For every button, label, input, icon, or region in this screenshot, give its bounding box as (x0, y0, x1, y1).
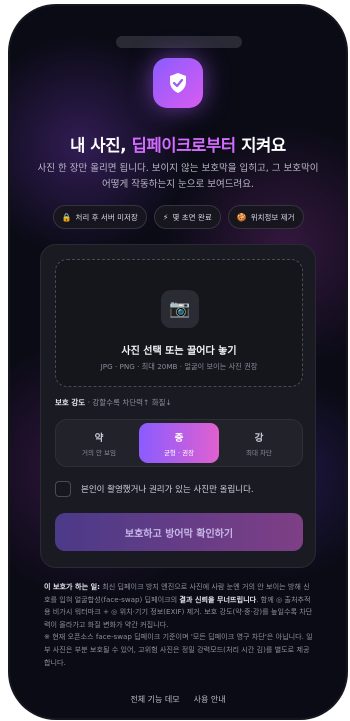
title-suffix: 지켜요 (235, 136, 286, 155)
upload-dropzone[interactable]: 📷 사진 선택 또는 끌어다 놓기 JPG · PNG · 최대 20MB · … (55, 259, 303, 387)
page-title: 내 사진, 딥페이크로부터 지켜요 (10, 132, 346, 156)
strength-option-strong[interactable]: 강 최대 차단 (219, 423, 299, 463)
strength-selector: 약 거의 안 보임 중 균형 · 권장 강 최대 차단 (55, 419, 303, 467)
lock-icon: 🔒 (61, 212, 72, 222)
strength-option-medium[interactable]: 중 균형 · 권장 (139, 423, 219, 463)
lightning-icon: ⚡ (162, 212, 169, 222)
location-off-icon: 🍪 (236, 212, 247, 222)
chip-label: 처리 후 서버 미저장 (75, 212, 138, 222)
chip-label: 몇 초면 완료 (172, 212, 212, 222)
protect-card: 📷 사진 선택 또는 끌어다 놓기 JPG · PNG · 최대 20MB · … (40, 244, 316, 568)
guide-link[interactable]: 사용 안내 (194, 694, 226, 705)
chip-label: 위치정보 제거 (250, 212, 295, 222)
title-accent: 딥페이크로부터 (131, 136, 236, 155)
shield-check-icon (170, 73, 186, 93)
chip-location: 🍪 위치정보 제거 (227, 205, 304, 229)
upload-hint: JPG · PNG · 최대 20MB · 얼굴이 보이는 사진 권장 (100, 362, 258, 371)
info-note: ※ 현재 오픈소스 face-swap 딥페이크 기준이며 '모든 딥페이크 영… (44, 632, 313, 667)
page-subtitle: 사진 한 장만 올리면 됩니다. 보이지 않는 보호막을 입히고, 그 보호막이… (37, 163, 319, 190)
upload-title: 사진 선택 또는 끌어다 놓기 (121, 346, 237, 357)
app-screen: 내 사진, 딥페이크로부터 지켜요 사진 한 장만 올리면 됩니다. 보이지 않… (10, 6, 346, 718)
consent-label: 본인이 촬영했거나 권리가 있는 사진만 올립니다. (81, 485, 254, 495)
demo-link[interactable]: 전체 기능 데모 (130, 694, 179, 705)
consent-checkbox[interactable] (55, 481, 71, 497)
chip-fast: ⚡ 몇 초면 완료 (153, 205, 221, 229)
footer-links: 전체 기능 데모 사용 안내 (10, 694, 346, 705)
consent-row: 본인이 촬영했거나 권리가 있는 사진만 올립니다. (55, 481, 254, 497)
shield-logo (153, 58, 203, 108)
camera-icon: 📷 (161, 290, 199, 328)
dynamic-island (116, 36, 242, 48)
feature-chips: 🔒 처리 후 서버 미저장 ⚡ 몇 초면 완료 🍪 위치정보 제거 (46, 205, 310, 229)
info-paragraph: 이 보호가 하는 일: 최신 딥페이크 방지 엔진으로 사진에 사람 눈엔 거의… (44, 582, 313, 629)
protect-submit-button[interactable]: 보호하고 방어막 확인하기 (55, 513, 303, 551)
title-prefix: 내 사진, (70, 136, 132, 155)
chip-no-storage: 🔒 처리 후 서버 미저장 (52, 205, 147, 229)
strength-label: 보호 강도 · 강할수록 차단력↑ 화질↓ (55, 398, 172, 407)
strength-option-weak[interactable]: 약 거의 안 보임 (59, 423, 139, 463)
info-text: 이 보호가 하는 일: 최신 딥페이크 방지 엔진으로 사진에 사람 눈엔 거의… (44, 581, 316, 669)
